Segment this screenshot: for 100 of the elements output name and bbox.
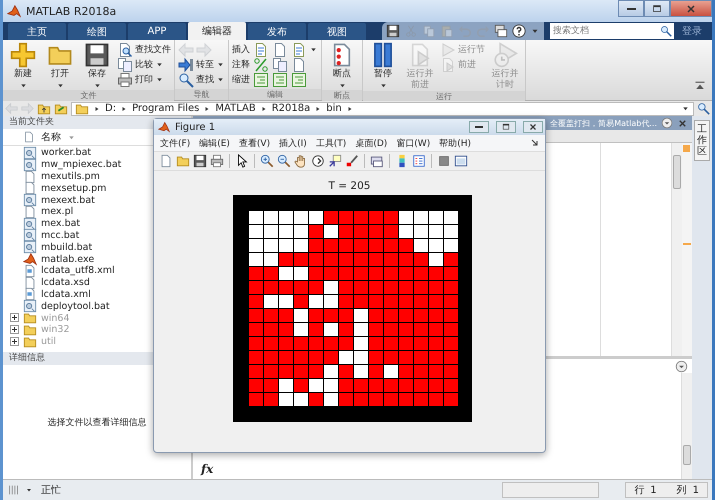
caret-icon[interactable] (25, 486, 33, 494)
menu-item[interactable]: 桌面(D) (355, 136, 388, 150)
ribbon-button[interactable]: 打印 (117, 72, 171, 87)
fx-prompt[interactable]: fx (201, 462, 214, 476)
file-name[interactable]: mex.pl (41, 206, 74, 218)
address-bar[interactable]: D: Program Files MATLAB R2018a bin (71, 102, 694, 116)
percent-icon[interactable] (253, 56, 269, 72)
window-icon[interactable] (454, 154, 468, 168)
search-field[interactable]: 搜索文档 (550, 23, 658, 39)
square-icon[interactable] (437, 154, 451, 168)
close-button[interactable] (523, 121, 543, 133)
file-name[interactable]: mex.bat (41, 218, 80, 230)
print-preview-icon[interactable] (370, 154, 384, 168)
dropdown-circle-icon[interactable] (675, 360, 688, 372)
path-segment[interactable]: D: (105, 103, 116, 114)
triangle-icon[interactable] (346, 104, 354, 112)
column-header[interactable]: 名称 (41, 130, 61, 144)
scrollbar[interactable] (671, 143, 682, 356)
workspace-tab[interactable]: 工作区 (694, 120, 710, 161)
minimize-button[interactable] (469, 121, 489, 133)
ribbon-button[interactable]: 转至 (178, 57, 225, 72)
ribbon-button[interactable]: 比较 (117, 57, 171, 72)
triangle-icon[interactable] (93, 104, 101, 112)
ribbon-button[interactable]: 缩进 (232, 72, 250, 87)
menu-item[interactable]: 帮助(H) (439, 136, 471, 150)
ribbon-button[interactable]: 断点 (325, 42, 359, 90)
printer-icon[interactable] (210, 154, 224, 168)
ribbon-tab[interactable]: 绘图 (68, 23, 126, 40)
indent-icon[interactable] (291, 72, 307, 88)
file-name[interactable]: mexutils.pm (41, 170, 100, 182)
zoom-out-icon[interactable] (277, 154, 291, 168)
path-segment[interactable]: Program Files (132, 103, 200, 114)
menu-item[interactable]: 工具(T) (316, 136, 346, 150)
zoom-in-icon[interactable] (260, 154, 274, 168)
close-button[interactable] (670, 0, 712, 17)
menu-item[interactable]: 窗口(W) (396, 136, 430, 150)
scroll-thumb[interactable] (673, 155, 681, 189)
ribbon-button[interactable]: 新建 (6, 42, 40, 90)
scroll-thumb[interactable] (683, 445, 691, 465)
grip-icon[interactable] (7, 483, 21, 497)
path-segment[interactable]: bin (326, 103, 342, 114)
warning-marker[interactable] (683, 243, 691, 245)
path-segment[interactable]: MATLAB (215, 103, 256, 114)
expand-toggle[interactable] (10, 336, 19, 346)
file-name[interactable]: mbuild.bat (41, 242, 92, 253)
help-icon[interactable] (512, 24, 526, 38)
ribbon-button[interactable]: 查找文件 (117, 42, 171, 57)
dock-arrow-icon[interactable] (531, 139, 539, 147)
file-name[interactable]: mexext.bat (41, 194, 95, 206)
folder-arrow-icon[interactable] (54, 102, 68, 116)
ribbon-tab[interactable]: 视图 (308, 23, 366, 40)
search-icon[interactable] (697, 102, 710, 115)
file-name[interactable]: lcdata.xml (41, 288, 91, 300)
close-icon[interactable] (677, 118, 688, 128)
hand-icon[interactable] (294, 154, 308, 168)
cursor-icon[interactable] (235, 154, 249, 168)
file-name[interactable]: mw_mpiexec.bat (41, 159, 122, 170)
file-name[interactable]: mcc.bat (41, 230, 80, 241)
maximize-button[interactable] (644, 0, 670, 17)
menu-item[interactable]: 查看(V) (238, 136, 270, 150)
document-icon[interactable] (159, 154, 173, 168)
scrollbar[interactable] (681, 373, 692, 479)
document-edit-icon[interactable] (291, 42, 307, 58)
ribbon-button[interactable]: 暂停 (366, 42, 400, 90)
ribbon-tab[interactable]: 主页 (8, 23, 66, 40)
rotate-icon[interactable] (311, 154, 325, 168)
indent-icon[interactable] (253, 72, 269, 88)
file-name[interactable]: matlab.exe (41, 254, 94, 265)
menu-item[interactable]: 编辑(E) (199, 136, 230, 150)
menu-item[interactable]: 文件(F) (160, 136, 190, 150)
expand-toggle[interactable] (10, 313, 19, 322)
maximize-button[interactable] (496, 121, 516, 133)
folder-up-icon[interactable] (37, 102, 51, 116)
ribbon-button[interactable]: 打开 (43, 42, 77, 90)
expand-toggle[interactable] (10, 324, 19, 334)
icon-dropdown-button[interactable] (291, 42, 318, 57)
indent-icon[interactable] (272, 72, 288, 88)
windows-icon[interactable] (494, 24, 508, 38)
ribbon-tab[interactable]: 发布 (248, 23, 306, 40)
search-icon[interactable] (660, 25, 672, 37)
file-name[interactable]: worker.bat (41, 147, 92, 158)
brush-icon[interactable] (345, 154, 359, 168)
dropdown-circle-icon[interactable] (661, 117, 673, 129)
file-name[interactable]: lcdata_utf8.xml (41, 265, 115, 276)
ribbon-button[interactable]: 查找 (178, 72, 225, 87)
document-edit-icon[interactable] (253, 42, 269, 58)
ribbon-button[interactable]: 注释 (232, 57, 250, 72)
minimize-button[interactable] (618, 0, 644, 17)
ribbon-button[interactable]: 插入 (232, 42, 250, 57)
file-name[interactable]: mexsetup.pm (41, 182, 106, 194)
menu-item[interactable]: 插入(I) (279, 136, 307, 150)
data-cursor-icon[interactable] (328, 154, 342, 168)
legend-icon[interactable] (412, 154, 426, 168)
triangle-icon[interactable] (260, 104, 268, 112)
ribbon-tab[interactable]: APP (128, 23, 186, 40)
path-segment[interactable]: R2018a (272, 103, 310, 114)
ribbon-tab[interactable]: 编辑器 (188, 22, 246, 40)
file-name[interactable]: lcdata.xsd (41, 277, 90, 288)
login-link[interactable]: 登录 (682, 24, 702, 38)
documents-icon[interactable] (272, 56, 288, 72)
